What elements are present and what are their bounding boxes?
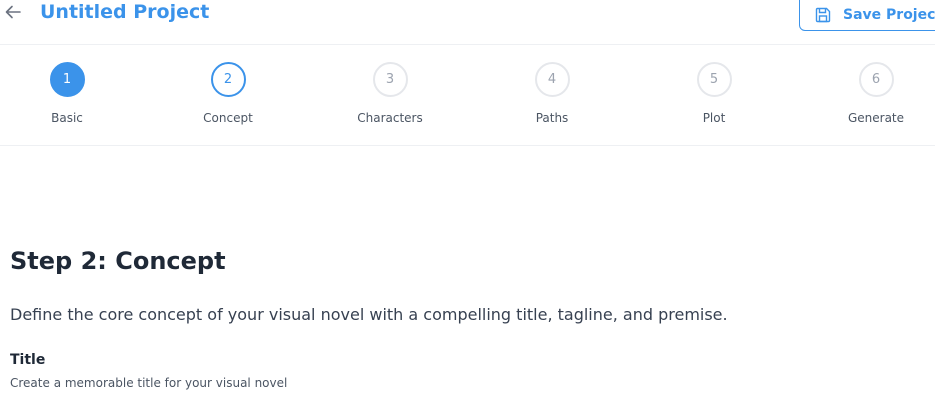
title-field-label: Title <box>10 352 46 368</box>
step-plot[interactable]: 5 Plot <box>654 62 774 125</box>
step-label: Characters <box>357 111 423 125</box>
step-label: Concept <box>203 111 253 125</box>
title-field-help: Create a memorable title for your visual… <box>10 376 288 390</box>
step-characters[interactable]: 3 Characters <box>330 62 450 125</box>
step-paths[interactable]: 4 Paths <box>492 62 612 125</box>
step-label: Generate <box>847 111 905 125</box>
step-content: Step 2: Concept Define the core concept … <box>10 246 925 390</box>
step-number: 1 <box>49 62 85 97</box>
step-label: Plot <box>702 111 726 125</box>
floppy-disk-icon <box>815 7 831 22</box>
back-button[interactable] <box>4 2 22 22</box>
step-heading: Step 2: Concept <box>10 247 226 275</box>
wizard-stepper: 1 Basic 2 Concept 3 Characters 4 Paths 5… <box>0 45 935 146</box>
step-generate[interactable]: 6 Generate <box>816 62 935 125</box>
project-title[interactable]: Untitled Project <box>40 1 209 23</box>
step-number: 3 <box>372 62 408 97</box>
arrow-left-icon <box>5 5 21 19</box>
step-basic[interactable]: 1 Basic <box>7 62 127 125</box>
save-project-button[interactable]: Save Project <box>799 0 935 31</box>
step-number: 5 <box>696 62 732 97</box>
step-number: 6 <box>858 62 894 97</box>
save-project-label: Save Project <box>843 6 935 23</box>
step-concept[interactable]: 2 Concept <box>168 62 288 125</box>
step-label: Paths <box>535 111 569 125</box>
step-number: 4 <box>534 62 570 97</box>
step-number: 2 <box>210 62 246 97</box>
step-label: Basic <box>51 111 83 125</box>
step-description: Define the core concept of your visual n… <box>10 305 728 324</box>
top-bar: Untitled Project Save Project <box>0 0 935 45</box>
